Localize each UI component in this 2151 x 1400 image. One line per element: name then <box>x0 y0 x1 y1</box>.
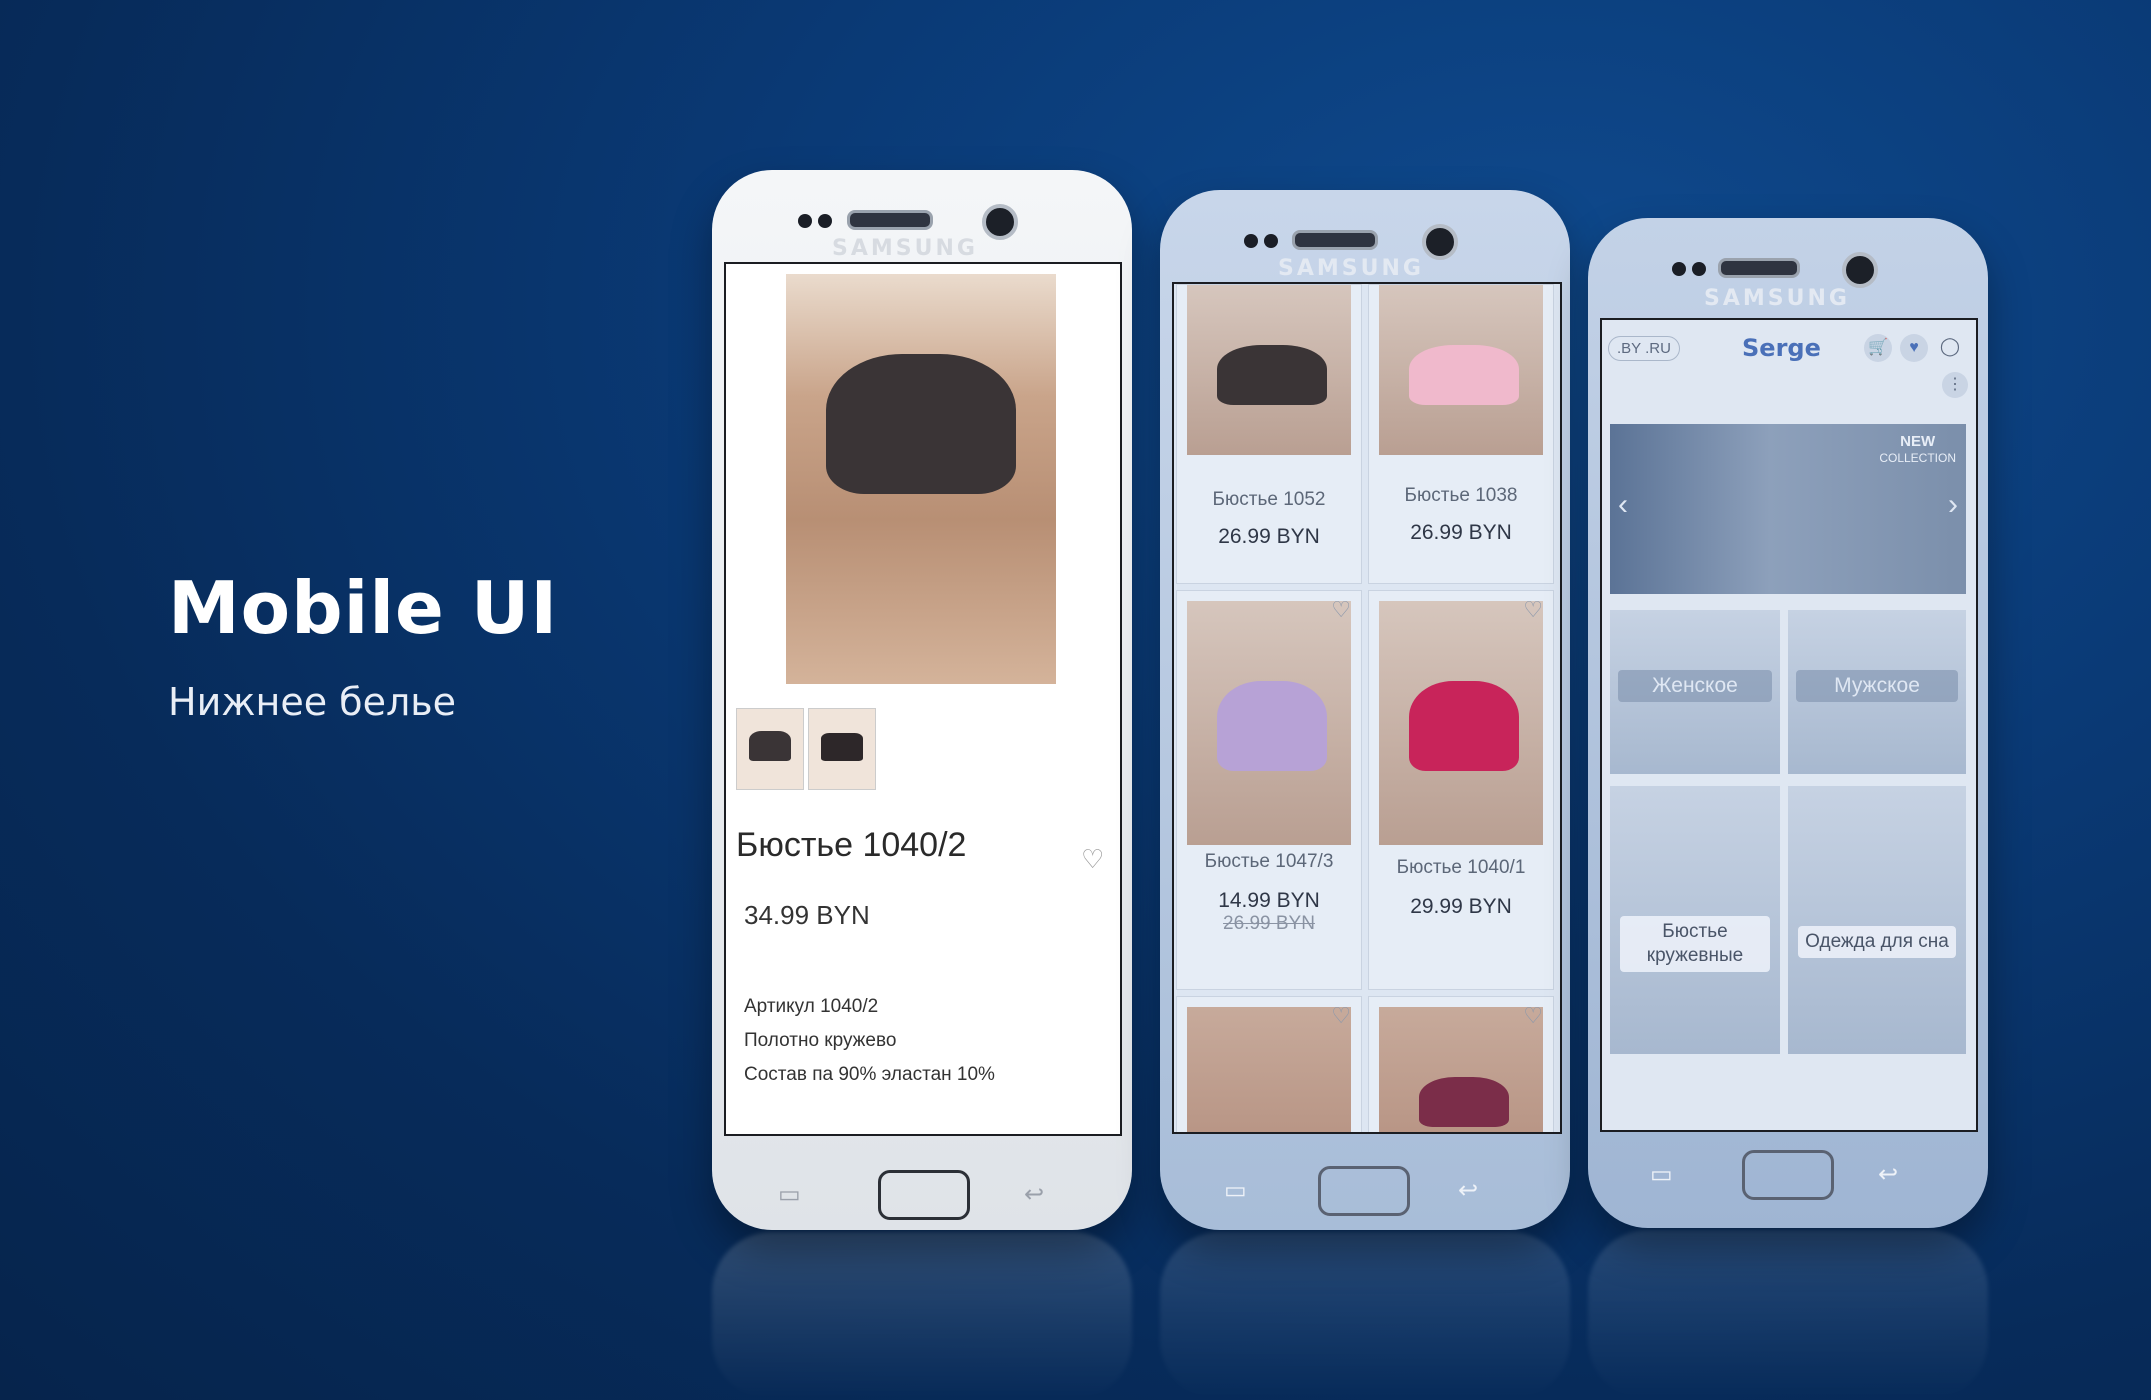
product-photo <box>1379 601 1543 845</box>
recent-apps-icon[interactable]: ▭ <box>1224 1176 1247 1205</box>
front-camera-icon <box>1842 252 1878 288</box>
product-detail: Состав па 90% эластан 10% <box>744 1064 995 1085</box>
product-detail: Артикул 1040/2 <box>744 996 879 1017</box>
product-card[interactable]: ♡ <box>1368 996 1554 1132</box>
product-price: 29.99 BYN <box>1410 895 1512 918</box>
product-price: 14.99 BYN <box>1218 889 1320 912</box>
product-photo <box>1379 1007 1543 1132</box>
product-title: Бюстье 1040/2 <box>736 826 967 864</box>
phone-brand: SAMSUNG <box>832 236 978 261</box>
product-price: 34.99 BYN <box>744 900 870 930</box>
phone-screen: Бюстье 1040/2 ♡ 34.99 BYN Артикул 1040/2… <box>724 262 1122 1136</box>
back-icon[interactable]: ↩ <box>1458 1176 1478 1205</box>
phone-catalog: SAMSUNG Бюстье 1052 26.99 BYN Бюстье 103… <box>1160 190 1570 1230</box>
recent-apps-icon[interactable]: ▭ <box>1650 1160 1673 1189</box>
product-detail: Полотно кружево <box>744 1030 897 1051</box>
promo-banner[interactable]: ‹ › NEW COLLECTION <box>1610 424 1966 594</box>
sensor-dots <box>1672 262 1706 276</box>
banner-badge-new: NEW <box>1900 433 1936 450</box>
phone-screen: Бюстье 1052 26.99 BYN Бюстье 1038 26.99 … <box>1172 282 1562 1134</box>
phone-brand: SAMSUNG <box>1704 286 1850 311</box>
phone-reflection <box>1160 1232 1570 1400</box>
home-button[interactable] <box>878 1170 970 1220</box>
product-thumbnail[interactable] <box>736 708 804 790</box>
product-name: Бюстье 1038 <box>1404 485 1518 506</box>
product-photo <box>1187 1007 1351 1132</box>
speaker-grill <box>1718 258 1800 278</box>
site-logo[interactable]: Serge <box>1742 334 1821 362</box>
product-price: 26.99 BYN <box>1410 521 1512 544</box>
banner-badge: NEW COLLECTION <box>1879 434 1956 466</box>
product-photo <box>1187 285 1351 455</box>
product-photo <box>1187 601 1351 845</box>
phone-reflection <box>1588 1230 1988 1400</box>
back-icon[interactable]: ↩ <box>1024 1180 1044 1209</box>
category-tile[interactable]: Одежда для сна <box>1788 786 1966 1054</box>
favorite-heart-icon[interactable]: ♡ <box>1331 1003 1351 1029</box>
phone-screen: .BY .RU Serge 🛒 ♥ ◯ ⋮ ‹ › NEW COLLECTION… <box>1600 318 1978 1132</box>
category-tile[interactable]: Мужское <box>1788 610 1966 774</box>
phone-reflection <box>712 1232 1132 1400</box>
chevron-left-icon[interactable]: ‹ <box>1618 488 1628 522</box>
banner-badge-collection: COLLECTION <box>1879 451 1956 465</box>
sensor-dots <box>798 214 832 228</box>
region-selector[interactable]: .BY .RU <box>1608 336 1680 361</box>
product-photo <box>1379 285 1543 455</box>
product-photo[interactable] <box>786 274 1056 684</box>
product-card[interactable]: Бюстье 1052 26.99 BYN <box>1176 284 1362 584</box>
product-bra-image <box>826 354 1016 494</box>
product-price: 26.99 BYN <box>1218 525 1320 548</box>
category-label: Бюстье кружевные <box>1620 916 1770 972</box>
product-card[interactable]: ♡ Бюстье 1040/1 29.99 BYN <box>1368 590 1554 990</box>
back-icon[interactable]: ↩ <box>1878 1160 1898 1189</box>
speaker-grill <box>847 210 933 230</box>
favorite-heart-icon[interactable]: ♡ <box>1523 597 1543 623</box>
home-button[interactable] <box>1318 1166 1410 1216</box>
account-icon[interactable]: ◯ <box>1936 332 1964 360</box>
speaker-grill <box>1292 230 1378 250</box>
category-tile[interactable]: Женское <box>1610 610 1780 774</box>
category-label: Мужское <box>1796 670 1958 702</box>
cart-icon[interactable]: 🛒 <box>1864 334 1892 362</box>
product-name: Бюстье 1040/1 <box>1396 857 1526 878</box>
product-card[interactable]: Бюстье 1038 26.99 BYN <box>1368 284 1554 584</box>
hero-subtitle: Нижнее белье <box>168 680 457 724</box>
product-name: Бюстье 1052 <box>1212 489 1326 510</box>
favorite-heart-icon[interactable]: ♡ <box>1081 844 1104 875</box>
hero-title: Mobile UI <box>168 566 559 650</box>
category-label: Женское <box>1618 670 1772 702</box>
favorite-heart-icon[interactable]: ♡ <box>1331 597 1351 623</box>
front-camera-icon <box>982 204 1018 240</box>
category-label: Одежда для сна <box>1798 926 1956 958</box>
product-thumbnail[interactable] <box>808 708 876 790</box>
wishlist-heart-icon[interactable]: ♥ <box>1900 334 1928 362</box>
category-tile[interactable]: Бюстье кружевные <box>1610 786 1780 1054</box>
product-card[interactable]: ♡ Бюстье 1047/3 14.99 BYN 26.99 BYN <box>1176 590 1362 990</box>
phone-home: SAMSUNG .BY .RU Serge 🛒 ♥ ◯ ⋮ ‹ › NEW CO… <box>1588 218 1988 1228</box>
front-camera-icon <box>1422 224 1458 260</box>
chevron-right-icon[interactable]: › <box>1948 488 1958 522</box>
recent-apps-icon[interactable]: ▭ <box>778 1180 801 1209</box>
more-menu-icon[interactable]: ⋮ <box>1942 372 1968 398</box>
phone-brand: SAMSUNG <box>1278 256 1424 281</box>
product-card[interactable]: ♡ <box>1176 996 1362 1132</box>
home-button[interactable] <box>1742 1150 1834 1200</box>
product-name: Бюстье 1047/3 <box>1204 851 1334 872</box>
sensor-dots <box>1244 234 1278 248</box>
product-old-price: 26.99 BYN <box>1223 913 1315 934</box>
favorite-heart-icon[interactable]: ♡ <box>1523 1003 1543 1029</box>
phone-product-page: SAMSUNG Бюстье 1040/2 ♡ 34.99 BYN Артику… <box>712 170 1132 1230</box>
